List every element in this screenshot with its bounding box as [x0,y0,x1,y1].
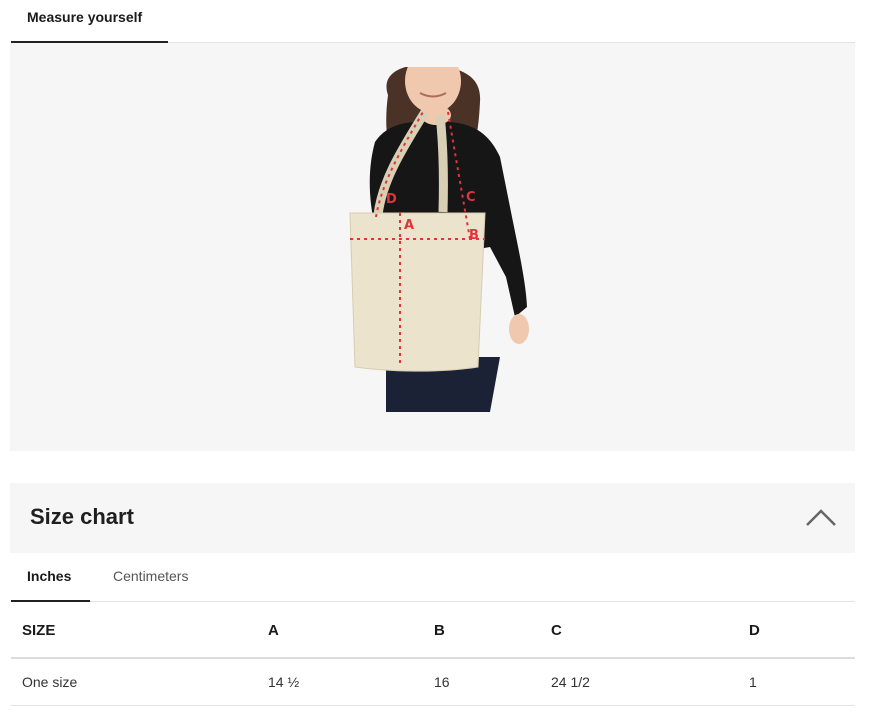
column-header-a: A [268,603,434,659]
tab-centimeters[interactable]: Centimeters [113,553,188,602]
marker-d-label: D [386,192,397,207]
cell-c: 24 1/2 [551,658,749,706]
chevron-up-icon[interactable] [805,507,837,527]
cell-a: 14 ½ [268,658,434,706]
size-chart-title: Size chart [30,504,134,529]
size-chart-table: SIZE A B C D One size 14 ½ 16 24 1/2 1 [11,603,855,706]
table-row: One size 14 ½ 16 24 1/2 1 [11,658,855,706]
cell-d: 1 [749,658,855,706]
marker-a-label: A [404,218,414,233]
column-header-c: C [551,603,749,659]
size-chart-header[interactable]: Size chart [10,483,855,553]
cell-b: 16 [434,658,551,706]
tab-inches[interactable]: Inches [11,553,90,602]
measurement-image-panel: A B C D [10,43,855,451]
marker-b-label: B [469,228,479,243]
cell-size: One size [11,658,268,706]
column-header-b: B [434,603,551,659]
column-header-d: D [749,603,855,659]
column-header-size: SIZE [11,603,268,659]
tote-bag-measurement-image: A B C D [349,67,529,412]
measure-tab-bar: Measure yourself [11,0,855,43]
table-header-row: SIZE A B C D [11,603,855,659]
marker-c-label: C [466,190,476,205]
unit-tab-bar: Inches Centimeters [11,553,855,602]
tab-measure-yourself[interactable]: Measure yourself [11,0,168,43]
